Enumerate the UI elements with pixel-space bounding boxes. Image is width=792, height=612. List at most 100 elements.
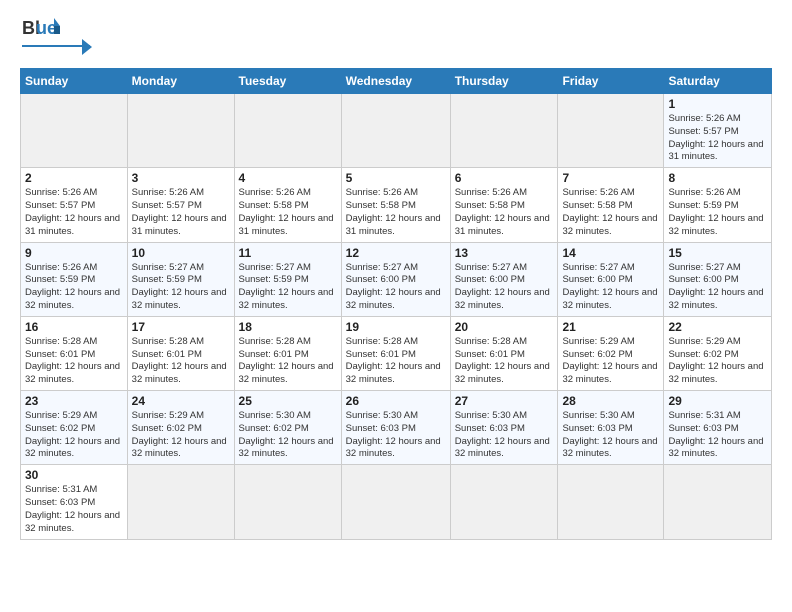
day-info: Sunrise: 5:29 AM Sunset: 6:02 PM Dayligh… bbox=[562, 336, 659, 387]
calendar-cell: 10 Sunrise: 5:27 AM Sunset: 5:59 PM Dayli… bbox=[127, 242, 234, 316]
day-info: Sunrise: 5:30 AM Sunset: 6:02 PM Dayligh… bbox=[239, 410, 337, 461]
logo-icon: Bl ue bbox=[22, 16, 60, 40]
day-info: Sunrise: 5:26 AM Sunset: 5:58 PM Dayligh… bbox=[562, 187, 659, 238]
day-info: Sunrise: 5:27 AM Sunset: 5:59 PM Dayligh… bbox=[132, 262, 230, 313]
day-info: Sunrise: 5:26 AM Sunset: 5:58 PM Dayligh… bbox=[239, 187, 337, 238]
calendar-week-row: 2 Sunrise: 5:26 AM Sunset: 5:57 PM Daylig… bbox=[21, 168, 772, 242]
calendar-cell: 6 Sunrise: 5:26 AM Sunset: 5:58 PM Daylig… bbox=[450, 168, 558, 242]
calendar-cell bbox=[21, 94, 128, 168]
calendar-cell bbox=[341, 465, 450, 539]
day-info: Sunrise: 5:30 AM Sunset: 6:03 PM Dayligh… bbox=[455, 410, 554, 461]
calendar-cell: 23 Sunrise: 5:29 AM Sunset: 6:02 PM Dayli… bbox=[21, 391, 128, 465]
day-info: Sunrise: 5:26 AM Sunset: 5:59 PM Dayligh… bbox=[668, 187, 767, 238]
calendar-cell: 8 Sunrise: 5:26 AM Sunset: 5:59 PM Daylig… bbox=[664, 168, 772, 242]
calendar-cell: 14 Sunrise: 5:27 AM Sunset: 6:00 PM Dayli… bbox=[558, 242, 664, 316]
calendar-cell: 25 Sunrise: 5:30 AM Sunset: 6:02 PM Dayli… bbox=[234, 391, 341, 465]
day-number: 9 bbox=[25, 246, 123, 260]
calendar-cell bbox=[234, 94, 341, 168]
calendar-cell: 12 Sunrise: 5:27 AM Sunset: 6:00 PM Dayli… bbox=[341, 242, 450, 316]
day-info: Sunrise: 5:27 AM Sunset: 6:00 PM Dayligh… bbox=[455, 262, 554, 313]
day-number: 10 bbox=[132, 246, 230, 260]
day-number: 19 bbox=[346, 320, 446, 334]
calendar-cell: 18 Sunrise: 5:28 AM Sunset: 6:01 PM Dayli… bbox=[234, 316, 341, 390]
day-info: Sunrise: 5:27 AM Sunset: 6:00 PM Dayligh… bbox=[346, 262, 446, 313]
calendar-cell bbox=[127, 94, 234, 168]
header-saturday: Saturday bbox=[664, 69, 772, 94]
calendar-cell: 30Sunrise: 5:31 AM Sunset: 6:03 PM Dayli… bbox=[21, 465, 128, 539]
calendar-cell: 24 Sunrise: 5:29 AM Sunset: 6:02 PM Dayli… bbox=[127, 391, 234, 465]
day-number: 4 bbox=[239, 171, 337, 185]
day-number: 17 bbox=[132, 320, 230, 334]
calendar-cell: 2 Sunrise: 5:26 AM Sunset: 5:57 PM Daylig… bbox=[21, 168, 128, 242]
day-info: Sunrise: 5:30 AM Sunset: 6:03 PM Dayligh… bbox=[346, 410, 446, 461]
calendar-cell: 3Sunrise: 5:26 AM Sunset: 5:57 PM Daylig… bbox=[127, 168, 234, 242]
calendar-week-row: 1Sunrise: 5:26 AM Sunset: 5:57 PM Daylig… bbox=[21, 94, 772, 168]
calendar-cell: 29 Sunrise: 5:31 AM Sunset: 6:03 PM Dayli… bbox=[664, 391, 772, 465]
calendar-cell: 22Sunrise: 5:29 AM Sunset: 6:02 PM Dayli… bbox=[664, 316, 772, 390]
calendar-cell bbox=[558, 94, 664, 168]
day-info: Sunrise: 5:27 AM Sunset: 6:00 PM Dayligh… bbox=[668, 262, 767, 313]
day-info: Sunrise: 5:26 AM Sunset: 5:57 PM Dayligh… bbox=[25, 187, 123, 238]
day-number: 1 bbox=[668, 97, 767, 111]
calendar-cell: 16 Sunrise: 5:28 AM Sunset: 6:01 PM Dayli… bbox=[21, 316, 128, 390]
day-info: Sunrise: 5:28 AM Sunset: 6:01 PM Dayligh… bbox=[132, 336, 230, 387]
calendar-cell: 15 Sunrise: 5:27 AM Sunset: 6:00 PM Dayli… bbox=[664, 242, 772, 316]
day-info: Sunrise: 5:28 AM Sunset: 6:01 PM Dayligh… bbox=[25, 336, 123, 387]
day-info: Sunrise: 5:30 AM Sunset: 6:03 PM Dayligh… bbox=[562, 410, 659, 461]
day-number: 29 bbox=[668, 394, 767, 408]
calendar-cell bbox=[234, 465, 341, 539]
day-info: Sunrise: 5:27 AM Sunset: 5:59 PM Dayligh… bbox=[239, 262, 337, 313]
calendar-cell: 26 Sunrise: 5:30 AM Sunset: 6:03 PM Dayli… bbox=[341, 391, 450, 465]
calendar-cell: 20 Sunrise: 5:28 AM Sunset: 6:01 PM Dayli… bbox=[450, 316, 558, 390]
day-info: Sunrise: 5:27 AM Sunset: 6:00 PM Dayligh… bbox=[562, 262, 659, 313]
day-number: 2 bbox=[25, 171, 123, 185]
svg-text:ue: ue bbox=[36, 18, 57, 38]
day-number: 8 bbox=[668, 171, 767, 185]
calendar-cell: 5Sunrise: 5:26 AM Sunset: 5:58 PM Daylig… bbox=[341, 168, 450, 242]
day-number: 12 bbox=[346, 246, 446, 260]
header-tuesday: Tuesday bbox=[234, 69, 341, 94]
calendar-cell: 9 Sunrise: 5:26 AM Sunset: 5:59 PM Daylig… bbox=[21, 242, 128, 316]
calendar-cell: 27Sunrise: 5:30 AM Sunset: 6:03 PM Dayli… bbox=[450, 391, 558, 465]
day-number: 15 bbox=[668, 246, 767, 260]
day-number: 25 bbox=[239, 394, 337, 408]
day-number: 6 bbox=[455, 171, 554, 185]
day-number: 26 bbox=[346, 394, 446, 408]
calendar-cell: 21 Sunrise: 5:29 AM Sunset: 6:02 PM Dayli… bbox=[558, 316, 664, 390]
day-number: 18 bbox=[239, 320, 337, 334]
calendar-cell bbox=[127, 465, 234, 539]
calendar-cell bbox=[341, 94, 450, 168]
day-info: Sunrise: 5:28 AM Sunset: 6:01 PM Dayligh… bbox=[346, 336, 446, 387]
day-info: Sunrise: 5:29 AM Sunset: 6:02 PM Dayligh… bbox=[25, 410, 123, 461]
day-number: 24 bbox=[132, 394, 230, 408]
day-number: 11 bbox=[239, 246, 337, 260]
day-number: 30 bbox=[25, 468, 123, 482]
day-number: 23 bbox=[25, 394, 123, 408]
logo: Bl ue bbox=[20, 16, 92, 60]
day-info: Sunrise: 5:26 AM Sunset: 5:58 PM Dayligh… bbox=[346, 187, 446, 238]
calendar-week-row: 16 Sunrise: 5:28 AM Sunset: 6:01 PM Dayli… bbox=[21, 316, 772, 390]
day-info: Sunrise: 5:29 AM Sunset: 6:02 PM Dayligh… bbox=[132, 410, 230, 461]
calendar-cell bbox=[450, 94, 558, 168]
day-info: Sunrise: 5:31 AM Sunset: 6:03 PM Dayligh… bbox=[668, 410, 767, 461]
day-number: 22 bbox=[668, 320, 767, 334]
day-info: Sunrise: 5:28 AM Sunset: 6:01 PM Dayligh… bbox=[455, 336, 554, 387]
day-info: Sunrise: 5:26 AM Sunset: 5:59 PM Dayligh… bbox=[25, 262, 123, 313]
day-number: 16 bbox=[25, 320, 123, 334]
day-info: Sunrise: 5:28 AM Sunset: 6:01 PM Dayligh… bbox=[239, 336, 337, 387]
calendar-cell: 1Sunrise: 5:26 AM Sunset: 5:57 PM Daylig… bbox=[664, 94, 772, 168]
day-info: Sunrise: 5:26 AM Sunset: 5:58 PM Dayligh… bbox=[455, 187, 554, 238]
day-number: 21 bbox=[562, 320, 659, 334]
header-wednesday: Wednesday bbox=[341, 69, 450, 94]
calendar-cell bbox=[664, 465, 772, 539]
calendar-header-row: SundayMondayTuesdayWednesdayThursdayFrid… bbox=[21, 69, 772, 94]
calendar-week-row: 9 Sunrise: 5:26 AM Sunset: 5:59 PM Daylig… bbox=[21, 242, 772, 316]
calendar-week-row: 30Sunrise: 5:31 AM Sunset: 6:03 PM Dayli… bbox=[21, 465, 772, 539]
calendar-cell: 13Sunrise: 5:27 AM Sunset: 6:00 PM Dayli… bbox=[450, 242, 558, 316]
calendar-cell: 11 Sunrise: 5:27 AM Sunset: 5:59 PM Dayli… bbox=[234, 242, 341, 316]
calendar-cell: 17 Sunrise: 5:28 AM Sunset: 6:01 PM Dayli… bbox=[127, 316, 234, 390]
header-monday: Monday bbox=[127, 69, 234, 94]
day-number: 20 bbox=[455, 320, 554, 334]
day-number: 14 bbox=[562, 246, 659, 260]
day-number: 28 bbox=[562, 394, 659, 408]
